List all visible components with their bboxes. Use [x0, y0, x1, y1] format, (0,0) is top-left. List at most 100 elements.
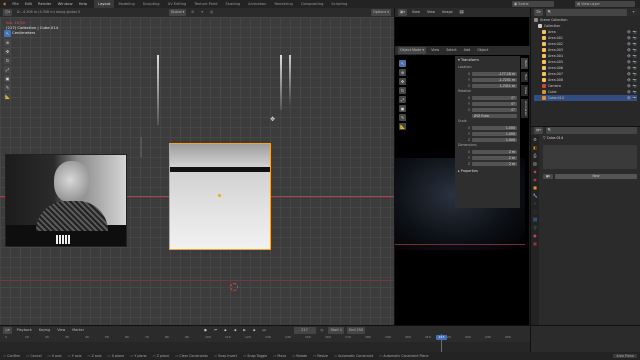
rotation-mode-dropdown[interactable]: XYZ Euler	[472, 113, 517, 119]
camera-menu-view[interactable]: View	[429, 47, 441, 54]
object-tab-icon[interactable]: ■	[533, 185, 537, 190]
rotation-z-field[interactable]: 0°	[472, 107, 517, 113]
menu-render[interactable]: Render	[35, 0, 55, 8]
menu-window[interactable]: Window	[55, 0, 76, 8]
scale-tool-icon[interactable]: ⤢	[399, 96, 406, 103]
measure-tool-icon[interactable]: 📐	[4, 93, 11, 100]
workspace-tab-shading[interactable]: Shading	[222, 0, 245, 8]
camera-menu-add[interactable]: Add	[462, 47, 473, 54]
render-camera-icon[interactable]: 📷	[633, 42, 637, 46]
scene-tab-icon[interactable]: ◆	[533, 169, 536, 174]
rotation-x-field[interactable]: 0°	[472, 95, 517, 101]
menu-image[interactable]: Image	[440, 9, 455, 16]
render-tab-icon[interactable]: ◧	[533, 145, 537, 150]
menu-edit[interactable]: Edit	[22, 0, 35, 8]
snap-icon[interactable]: ⌖	[199, 9, 205, 16]
timeline-ruler[interactable]: 0 10 20 30 40 50 60 70 80 90 100 110 120 130 140 150 160…	[5, 335, 511, 341]
visibility-eye-icon[interactable]: 👁	[627, 90, 631, 94]
workspace-tab-layout[interactable]: Layout	[94, 0, 115, 8]
select-tool-icon[interactable]: ↖	[4, 30, 11, 37]
render-camera-icon[interactable]: 📷	[633, 72, 637, 76]
camera-menu-select[interactable]: Select	[444, 47, 458, 54]
scale-tool-icon[interactable]: ⤢	[4, 66, 11, 73]
render-camera-icon[interactable]: 📷	[633, 84, 637, 88]
location-x-field[interactable]: -177.18 m	[472, 71, 517, 77]
rotate-tool-icon[interactable]: ↻	[4, 57, 11, 64]
menu-timeline-view[interactable]: View	[55, 327, 67, 334]
record-icon[interactable]: ●	[202, 327, 209, 334]
material-slot-list[interactable]	[543, 145, 637, 169]
modifier-tab-icon[interactable]: 🔧	[533, 193, 538, 198]
visibility-eye-icon[interactable]: 👁	[627, 84, 631, 88]
outliner-item[interactable]: Cube.014 👁 📷	[534, 95, 637, 101]
cursor-tool-icon[interactable]: ⊕	[399, 69, 406, 76]
visibility-eye-icon[interactable]: 👁	[627, 78, 631, 82]
render-camera-icon[interactable]: 📷	[633, 78, 637, 82]
visibility-eye-icon[interactable]: 👁	[627, 42, 631, 46]
properties-subpanel[interactable]: ▸ Properties	[458, 169, 517, 176]
world-tab-icon[interactable]: ◉	[533, 177, 537, 182]
workspace-tab-compositing[interactable]: Compositing	[297, 0, 328, 8]
cursor-tool-icon[interactable]: ⊕	[4, 39, 11, 46]
material-browse-icon[interactable]: ●▾	[543, 174, 553, 179]
view-layer-tab-icon[interactable]: ▨	[533, 161, 537, 166]
render-camera-icon[interactable]: 📷	[633, 54, 637, 58]
select-tool-icon[interactable]: ↖	[399, 60, 406, 67]
visibility-eye-icon[interactable]: 👁	[627, 36, 631, 40]
workspace-tab-texture-paint[interactable]: Texture Paint	[190, 0, 221, 8]
dimensions-x-field[interactable]: 2 m	[472, 149, 517, 155]
visibility-eye-icon[interactable]: 👁	[627, 66, 631, 70]
tool-tab-icon[interactable]: ⚙	[533, 137, 537, 142]
annotate-tool-icon[interactable]: ✎	[399, 114, 406, 121]
texture-tab-icon[interactable]: ▦	[533, 241, 537, 246]
transform-panel-title[interactable]: ▾ Transform	[458, 58, 517, 65]
render-camera-icon[interactable]: 📷	[633, 48, 637, 52]
viewport-canvas[interactable]: fps: 19.20 (217) Collection | Cube.014 1…	[0, 17, 394, 325]
next-key-icon[interactable]: ◆	[251, 327, 258, 334]
orientation-dropdown[interactable]: Global ▾	[168, 9, 187, 16]
3d-viewport[interactable]: ◫▾ D: -4.306 m (4.306 m) along global X …	[0, 8, 394, 325]
visibility-eye-icon[interactable]: 👁	[627, 48, 631, 52]
visibility-eye-icon[interactable]: 👁	[627, 72, 631, 76]
rotate-tool-icon[interactable]: ↻	[399, 87, 406, 94]
3d-cursor-icon[interactable]	[230, 283, 238, 291]
visibility-eye-icon[interactable]: 👁	[627, 60, 631, 64]
render-camera-icon[interactable]: 📷	[633, 96, 637, 100]
workspace-tab-rendering[interactable]: Rendering	[270, 0, 296, 8]
constraints-tab-icon[interactable]: ⛓	[532, 217, 537, 222]
new-material-button[interactable]: New	[555, 174, 637, 179]
view-layer-selector[interactable]: ▤ View Layer	[575, 1, 635, 7]
menu-keying[interactable]: Keying	[37, 327, 52, 334]
transform-tool-icon[interactable]: ▣	[399, 105, 406, 112]
menu-help[interactable]: Help	[76, 0, 91, 8]
workspace-tab-modeling[interactable]: Modeling	[114, 0, 138, 8]
options-dropdown[interactable]: Options ▾	[371, 9, 391, 16]
outliner-type-icon[interactable]: ☰▾	[534, 8, 543, 16]
data-tab-icon[interactable]: ▽	[533, 225, 536, 230]
editor-type-icon[interactable]: ▣▾	[398, 9, 407, 16]
prev-key-icon[interactable]: ◆	[222, 327, 229, 334]
visibility-eye-icon[interactable]: 👁	[627, 54, 631, 58]
properties-type-icon[interactable]: ▤▾	[534, 127, 543, 134]
blender-logo-icon[interactable]: ◉	[0, 0, 9, 8]
jump-end-icon[interactable]: ⏭	[260, 327, 267, 334]
tab-animation[interactable]: Animation	[521, 98, 528, 119]
particles-tab-icon[interactable]: ⁘	[533, 201, 536, 206]
scale-z-field[interactable]: 1.000	[472, 137, 517, 143]
image-browse-icon[interactable]: 🖼	[458, 9, 466, 16]
visibility-eye-icon[interactable]: 👁	[627, 96, 631, 100]
tab-item[interactable]: Item	[521, 58, 528, 69]
annotate-tool-icon[interactable]: ✎	[4, 84, 11, 91]
visibility-eye-icon[interactable]: 👁	[627, 30, 631, 34]
start-frame-field[interactable]: Start 1	[328, 326, 345, 334]
move-tool-icon[interactable]: ✥	[4, 48, 11, 55]
pivot-icon[interactable]: ⊙	[189, 9, 196, 16]
menu-view[interactable]: View	[410, 9, 422, 16]
play-icon[interactable]: ▶	[241, 327, 248, 334]
menu-view-2[interactable]: View	[425, 9, 437, 16]
render-camera-icon[interactable]: 📷	[633, 90, 637, 94]
tab-view[interactable]: View	[521, 84, 528, 96]
scale-y-field[interactable]: 1.000	[472, 131, 517, 137]
render-camera-icon[interactable]: 📷	[633, 30, 637, 34]
render-camera-icon[interactable]: 📷	[633, 36, 637, 40]
